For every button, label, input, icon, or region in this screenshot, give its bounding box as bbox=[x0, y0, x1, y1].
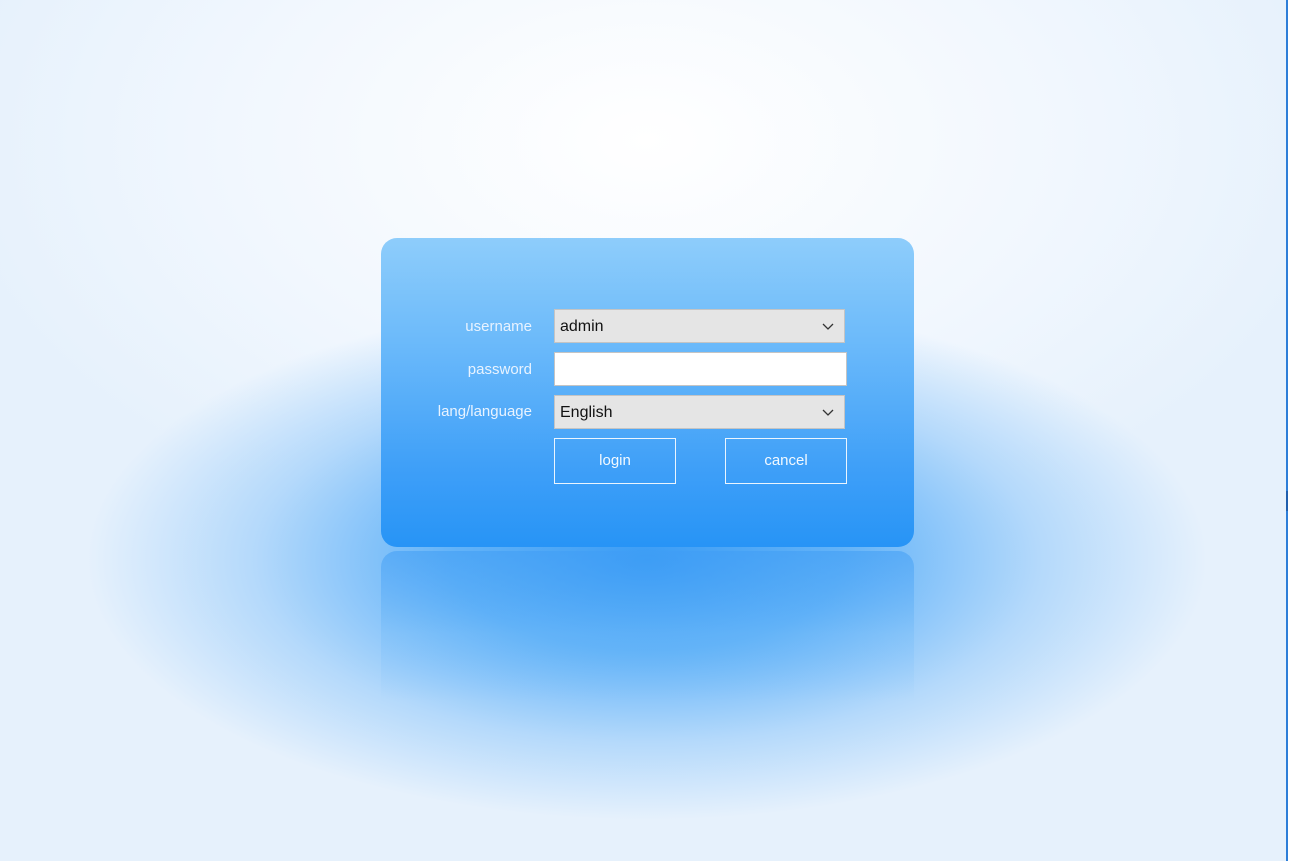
language-value: English bbox=[560, 404, 613, 421]
language-label: lang/language bbox=[437, 403, 532, 420]
username-label: username bbox=[465, 318, 532, 335]
chevron-down-icon bbox=[822, 409, 834, 416]
username-select[interactable]: admin bbox=[554, 309, 845, 343]
login-screen: username admin password lang/language En… bbox=[0, 0, 1294, 861]
login-button[interactable]: login bbox=[554, 438, 676, 484]
window-edge-strip bbox=[1288, 0, 1294, 861]
language-select[interactable]: English bbox=[554, 395, 845, 429]
login-panel bbox=[381, 238, 914, 547]
password-field[interactable] bbox=[554, 352, 847, 386]
chevron-down-icon bbox=[822, 323, 834, 330]
password-label: password bbox=[467, 361, 532, 378]
panel-reflection bbox=[381, 551, 914, 701]
cancel-button[interactable]: cancel bbox=[725, 438, 847, 484]
username-value: admin bbox=[560, 318, 604, 335]
